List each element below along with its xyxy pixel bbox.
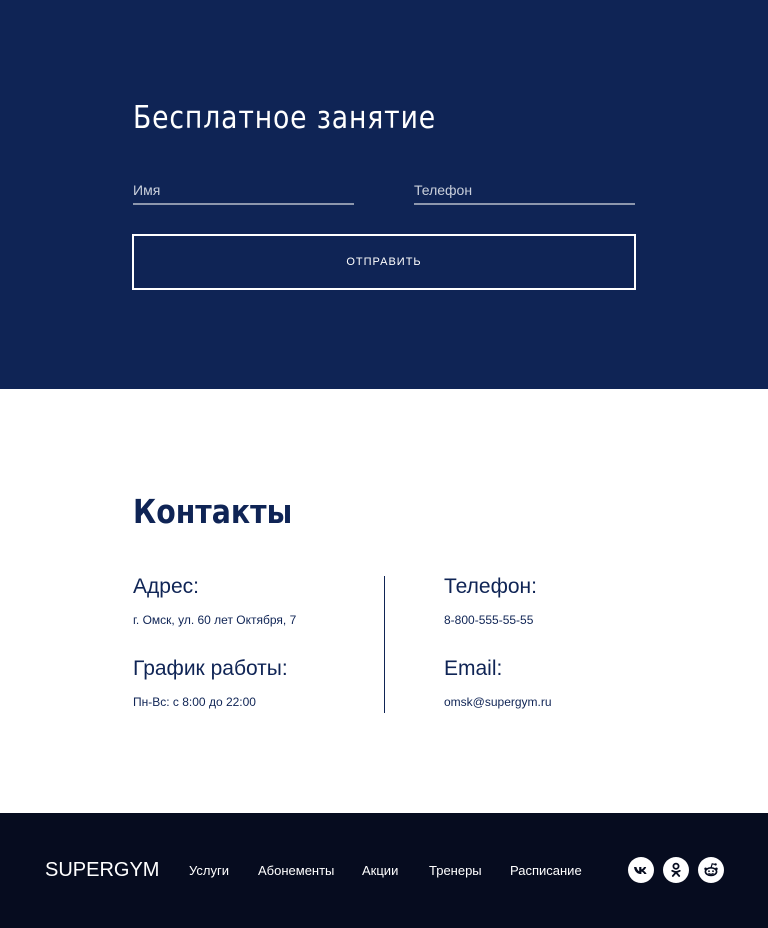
submit-button[interactable]: ОТПРАВИТЬ [132, 234, 636, 290]
nav-promotions[interactable]: Акции [362, 863, 398, 878]
email-value[interactable]: omsk@supergym.ru [444, 695, 552, 709]
hours-label: График работы: [133, 657, 288, 680]
reddit-icon[interactable] [698, 857, 724, 883]
phone-value[interactable]: 8-800-555-55-55 [444, 613, 533, 627]
phone-label: Телефон: [444, 575, 537, 598]
nav-services[interactable]: Услуги [189, 863, 229, 878]
nav-memberships[interactable]: Абонементы [258, 863, 334, 878]
free-trial-section: Бесплатное занятие ОТПРАВИТЬ [0, 0, 768, 389]
hours-value: Пн-Вс: с 8:00 до 22:00 [133, 695, 256, 709]
footer-logo[interactable]: SUPERGYM [45, 859, 159, 882]
vk-icon[interactable] [628, 857, 654, 883]
name-input[interactable] [133, 176, 354, 205]
address-value: г. Омск, ул. 60 лет Октября, 7 [133, 613, 297, 627]
nav-schedule[interactable]: Расписание [510, 863, 582, 878]
free-trial-title: Бесплатное занятие [133, 100, 437, 136]
phone-input[interactable] [414, 176, 635, 205]
address-label: Адрес: [133, 575, 199, 598]
odnoklassniki-icon[interactable] [663, 857, 689, 883]
contacts-divider [384, 576, 385, 713]
email-label: Email: [444, 657, 503, 680]
contacts-title: Контакты [133, 492, 293, 531]
nav-trainers[interactable]: Тренеры [429, 863, 482, 878]
footer: SUPERGYM Услуги Абонементы Акции Тренеры… [0, 813, 768, 928]
